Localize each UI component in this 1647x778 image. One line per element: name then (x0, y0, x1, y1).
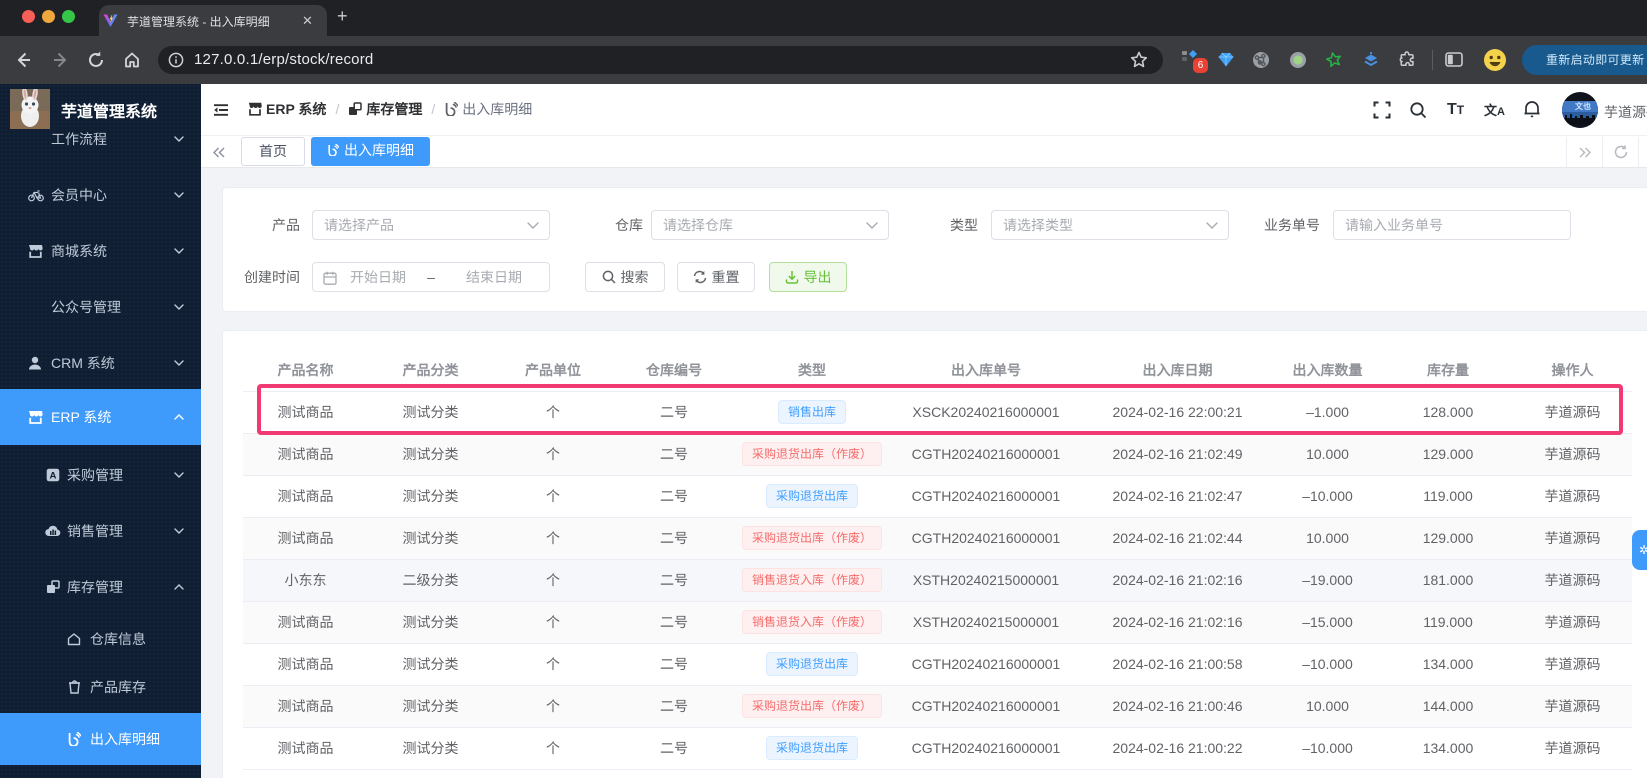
svg-text:A: A (50, 471, 57, 482)
svg-text:文也: 文也 (1575, 101, 1591, 111)
